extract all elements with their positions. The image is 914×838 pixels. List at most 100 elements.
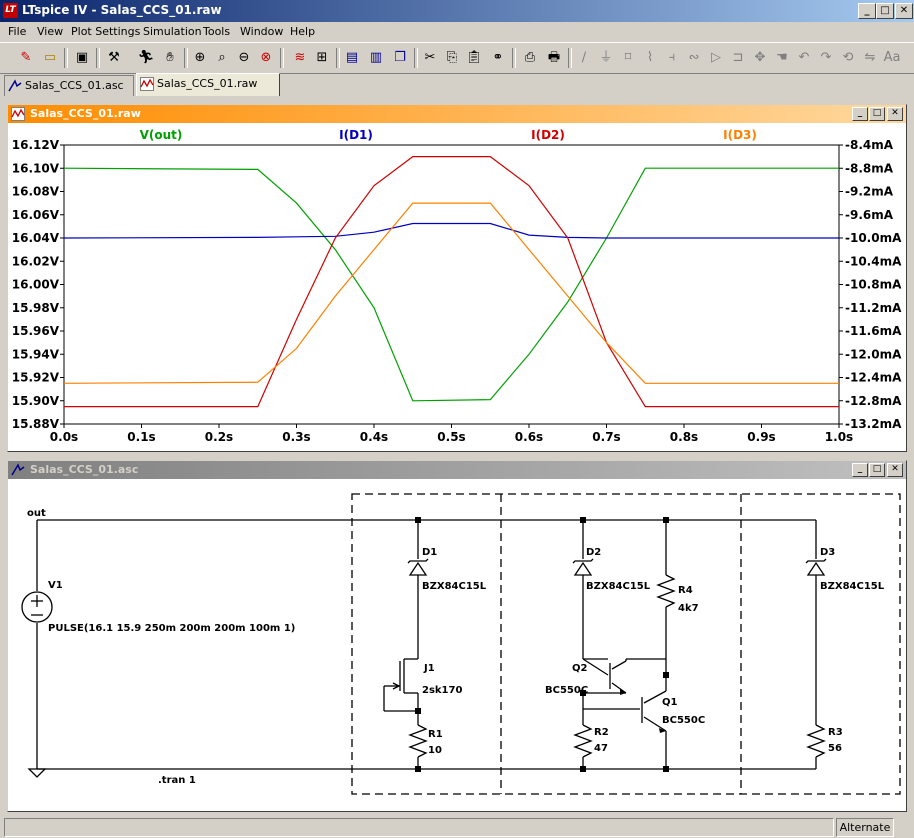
d3-value: BZX84C15L <box>820 581 885 592</box>
y-left-tick-label: 16.06V <box>12 208 60 222</box>
menu-view[interactable]: View <box>37 25 63 38</box>
child-close-button[interactable]: ✕ <box>887 463 903 477</box>
new-schematic-icon[interactable]: ✎ <box>16 48 36 68</box>
r2-name: R2 <box>594 727 609 738</box>
x-tick-label: 0.9s <box>747 430 775 444</box>
app-title-bar[interactable]: LT LTspice IV - Salas_CCS_01.raw _ □ ✕ <box>0 0 914 22</box>
y-left-tick-label: 15.88V <box>12 417 60 431</box>
capacitor-icon[interactable]: ⫞ <box>662 48 682 68</box>
schematic-window-title: Salas_CCS_01.asc <box>30 463 139 476</box>
diode-icon[interactable]: ▷ <box>706 48 726 68</box>
x-tick-label: 0.6s <box>515 430 543 444</box>
child-close-button[interactable]: ✕ <box>887 107 903 121</box>
legend-entry: I(D3) <box>723 128 757 142</box>
child-maximize-button[interactable]: □ <box>869 463 885 477</box>
y-right-tick-label: -11.2mA <box>845 301 902 315</box>
schematic-canvas[interactable]: out V1 PULSE(16.1 15.9 250m 200m 200m 10… <box>8 479 904 809</box>
x-tick-label: 0.2s <box>205 430 233 444</box>
y-right-tick-label: -10.0mA <box>845 231 902 245</box>
resistor-r1[interactable] <box>408 724 428 758</box>
d2-name: D2 <box>586 547 601 558</box>
v1-value[interactable]: PULSE(16.1 15.9 250m 200m 200m 100m 1) <box>48 623 295 634</box>
print-preview-icon[interactable]: ⎙ <box>520 48 540 68</box>
control-panel-icon[interactable]: ⚒ <box>104 48 124 68</box>
y-left-tick-label: 15.92V <box>12 371 60 385</box>
text-icon[interactable]: Aa <box>882 48 902 68</box>
toolbar-separator <box>414 48 418 68</box>
r4-name: R4 <box>678 585 693 596</box>
y-right-tick-label: -12.0mA <box>845 347 902 361</box>
drag-icon[interactable]: ☚ <box>772 48 792 68</box>
autorange-icon[interactable]: ≋ <box>290 48 310 68</box>
x-tick-label: 0.5s <box>437 430 465 444</box>
maximize-button[interactable]: □ <box>876 3 894 19</box>
menu-plot-settings[interactable]: Plot Settings <box>71 25 140 38</box>
tab-waveform[interactable]: Salas_CCS_01.raw <box>136 73 280 96</box>
net-label-out[interactable]: out <box>27 508 46 519</box>
tile-vertical-icon[interactable]: ▤ <box>342 48 362 68</box>
find-icon[interactable]: ⚭ <box>488 48 508 68</box>
component-icon[interactable]: ⊐ <box>728 48 748 68</box>
child-minimize-button[interactable]: _ <box>852 107 868 121</box>
zener-diode-d2[interactable] <box>573 561 593 576</box>
cut-icon[interactable]: ✂ <box>420 48 440 68</box>
save-icon[interactable]: ▣ <box>72 48 92 68</box>
toolbar: ✎ ▭ ▣ ⚒ 🏃︎ ✋︎ ⊕ ⌕ ⊖ ⊗ ≋ ⊞ ▤ ▥ ❐ ✂ ⎘ 📋︎ ⚭… <box>0 42 914 74</box>
menu-tools[interactable]: Tools <box>203 25 230 38</box>
plot-settings-icon[interactable]: ⊞ <box>312 48 332 68</box>
y-left-tick-label: 16.04V <box>12 231 60 245</box>
menu-window[interactable]: Window <box>240 25 283 38</box>
cascade-icon[interactable]: ❐ <box>390 48 410 68</box>
resistor-r2[interactable] <box>573 724 593 758</box>
print-icon[interactable]: 🖶︎ <box>544 48 564 68</box>
mirror-icon[interactable]: ⇋ <box>860 48 880 68</box>
j1-name: J1 <box>423 663 435 674</box>
resistor-r4[interactable] <box>656 574 676 608</box>
menu-file[interactable]: File <box>8 25 26 38</box>
r3-value: 56 <box>828 743 842 754</box>
toolbar-separator <box>96 48 100 68</box>
r4-value: 4k7 <box>678 603 699 614</box>
zoom-out-icon[interactable]: ⊖ <box>234 48 254 68</box>
move-icon[interactable]: ✥ <box>750 48 770 68</box>
draw-wire-icon[interactable]: ∕ <box>574 48 594 68</box>
inductor-icon[interactable]: ∾ <box>684 48 704 68</box>
y-left-tick-label: 16.00V <box>12 278 60 292</box>
ground-icon[interactable]: ⏚ <box>596 48 616 68</box>
undo-icon[interactable]: ↶ <box>794 48 814 68</box>
child-maximize-button[interactable]: □ <box>869 107 885 121</box>
zener-diode-d3[interactable] <box>806 561 826 576</box>
y-right-tick-label: -11.6mA <box>845 324 902 338</box>
run-icon[interactable]: 🏃︎ <box>136 48 156 68</box>
waveform-window-title-bar[interactable]: Salas_CCS_01.raw _ □ ✕ <box>8 105 906 123</box>
spice-directive[interactable]: .tran 1 <box>158 775 196 786</box>
document-tab-bar: Salas_CCS_01.asc Salas_CCS_01.raw <box>0 73 914 97</box>
resistor-icon[interactable]: ⌇ <box>640 48 660 68</box>
halt-icon[interactable]: ✋︎ <box>160 48 180 68</box>
redo-icon[interactable]: ↷ <box>816 48 836 68</box>
resistor-r3[interactable] <box>806 724 826 758</box>
menu-help[interactable]: Help <box>290 25 315 38</box>
close-button[interactable]: ✕ <box>895 3 913 19</box>
zener-diode-d1[interactable] <box>408 561 428 576</box>
zoom-in-icon[interactable]: ⊕ <box>190 48 210 68</box>
pan-icon[interactable]: ⌕ <box>212 48 232 68</box>
waveform-plot[interactable]: 0.0s 0.1s 0.2s 0.3s 0.4s 0.5s 0.6s 0.7s 0.8s 0.9s… <box>8 123 904 449</box>
waveform-window-title: Salas_CCS_01.raw <box>30 107 141 120</box>
open-icon[interactable]: ▭ <box>40 48 60 68</box>
tile-horizontal-icon[interactable]: ▥ <box>366 48 386 68</box>
legend-entry: V(out) <box>140 128 183 142</box>
menu-simulation[interactable]: Simulation <box>143 25 202 38</box>
schematic-window-title-bar[interactable]: Salas_CCS_01.asc _ □ ✕ <box>8 461 906 479</box>
q1-value: BC550C <box>662 715 705 726</box>
label-net-icon[interactable]: ⌑ <box>618 48 638 68</box>
child-minimize-button[interactable]: _ <box>852 463 868 477</box>
tab-schematic[interactable]: Salas_CCS_01.asc <box>4 75 134 96</box>
paste-icon[interactable]: 📋︎ <box>464 48 484 68</box>
y-right-tick-label: -10.8mA <box>845 278 902 292</box>
copy-icon[interactable]: ⎘ <box>442 48 462 68</box>
toolbar-separator <box>184 48 188 68</box>
rotate-icon[interactable]: ⟲ <box>838 48 858 68</box>
zoom-full-icon[interactable]: ⊗ <box>256 48 276 68</box>
minimize-button[interactable]: _ <box>858 3 876 19</box>
